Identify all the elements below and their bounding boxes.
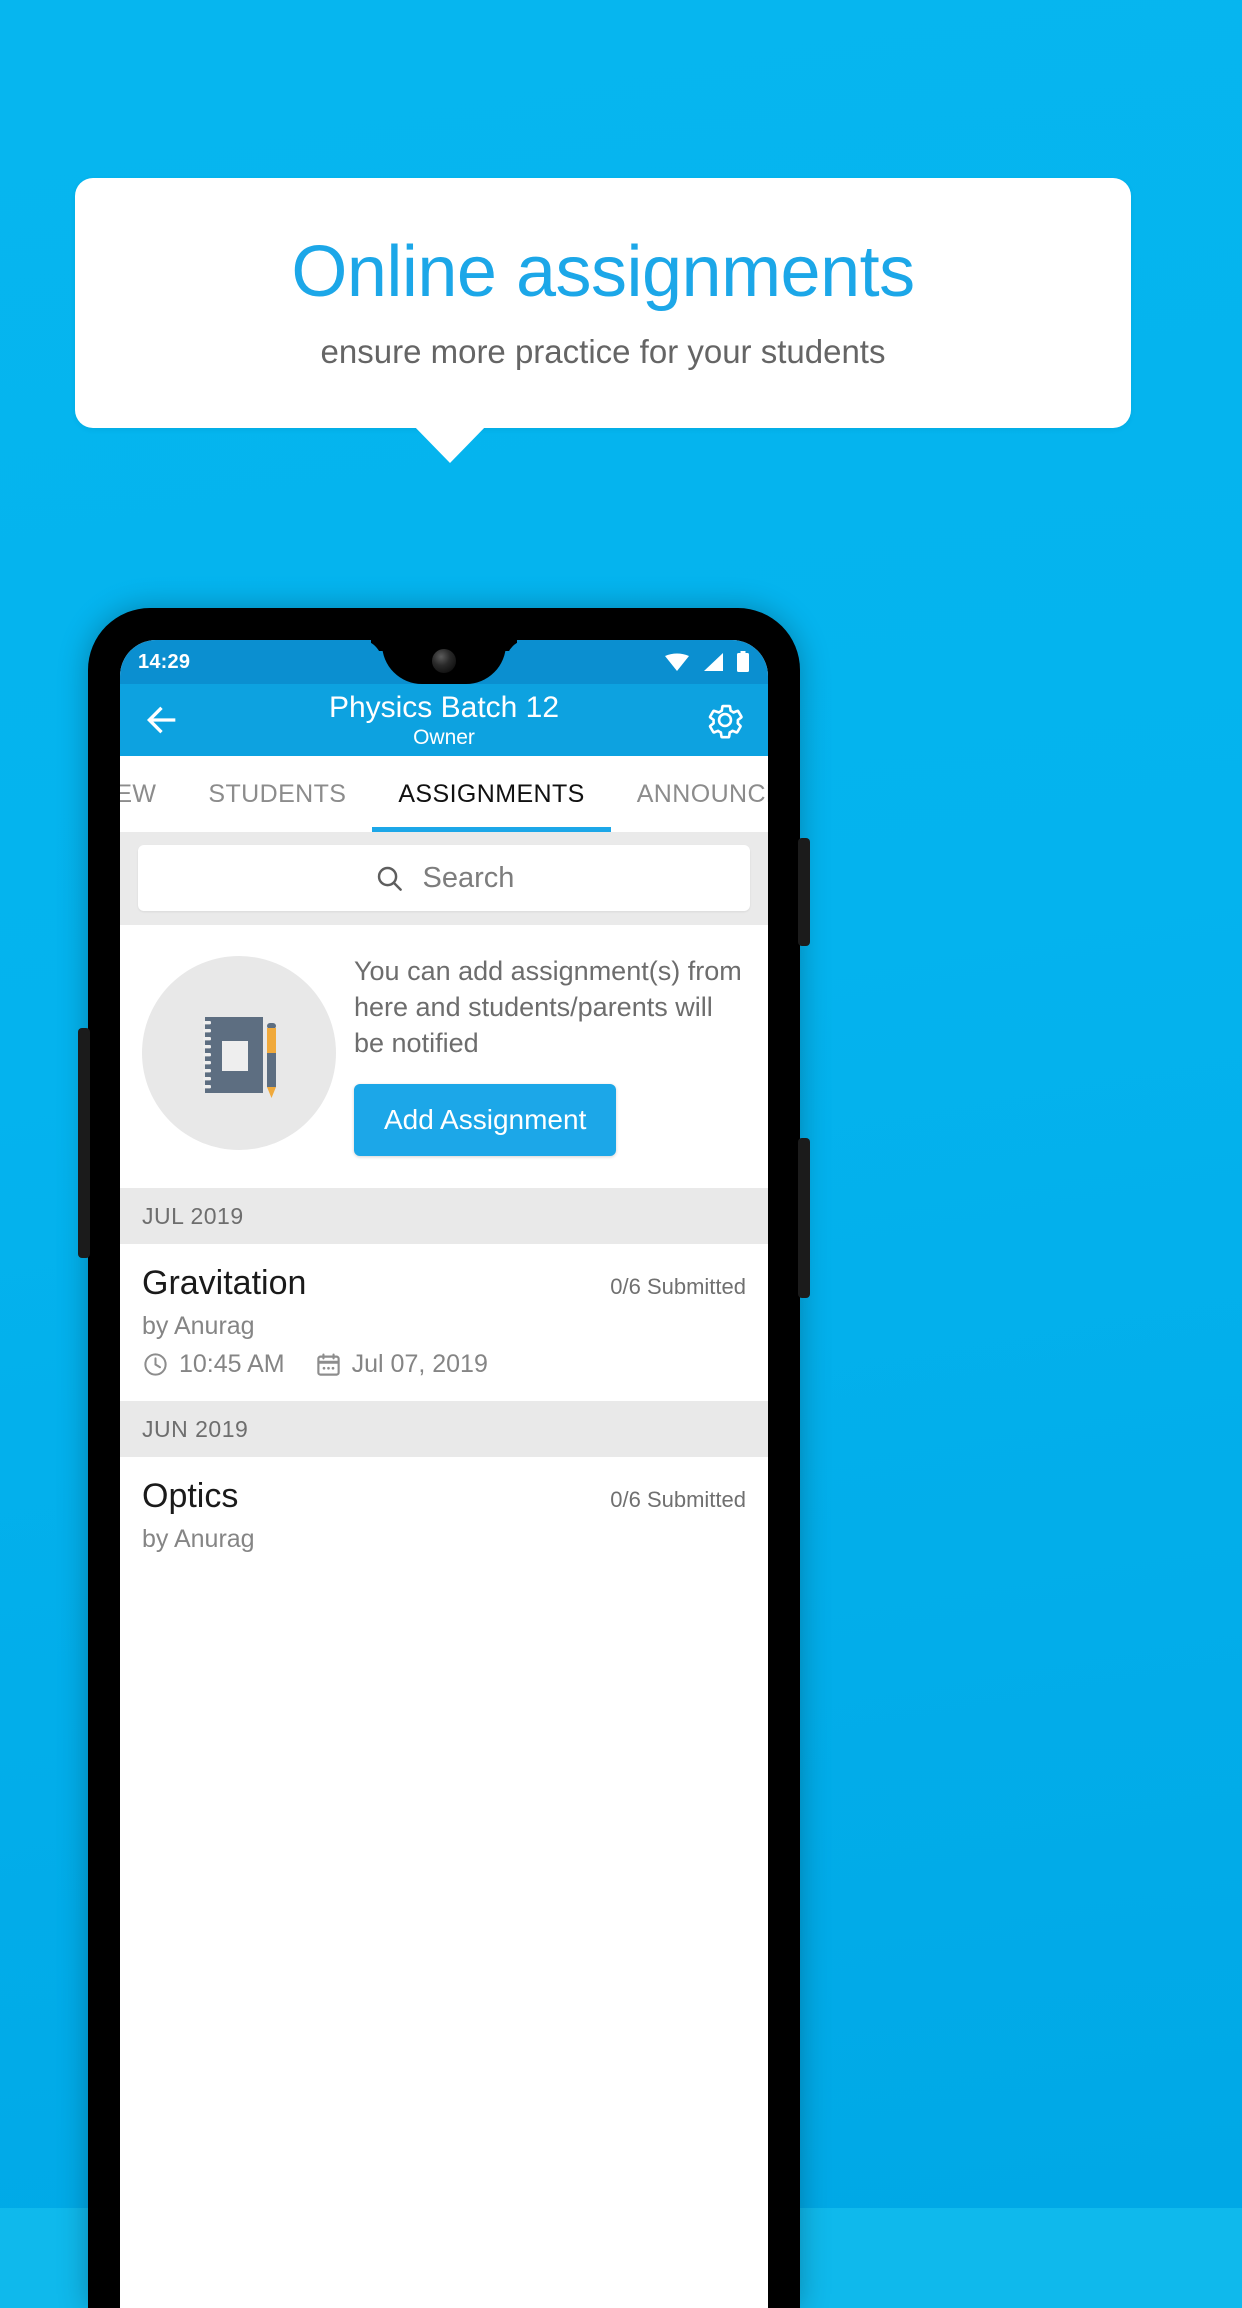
phone-screen: 14:29 Physics Batch 12 Owner EW STUDENTS… — [120, 640, 768, 2308]
app-bar-title-group: Physics Batch 12 Owner — [120, 684, 768, 756]
promo-callout-arrow — [412, 424, 488, 463]
tab-bar[interactable]: IEW STUDENTS ASSIGNMENTS ANNOUNCEMENTS — [120, 756, 768, 832]
promo-callout-card: Online assignments ensure more practice … — [75, 178, 1131, 428]
search-input[interactable]: Search — [138, 845, 750, 911]
tab-assignments[interactable]: ASSIGNMENTS — [372, 756, 612, 832]
empty-state-message: You can add assignment(s) from here and … — [354, 956, 742, 1059]
assignment-date: Jul 07, 2019 — [351, 1349, 488, 1378]
assignment-row[interactable]: Gravitation 0/6 Submitted by Anurag 10:4… — [120, 1243, 768, 1401]
page-title: Physics Batch 12 — [328, 690, 560, 724]
search-icon — [377, 866, 402, 891]
page-subtitle: Owner — [413, 725, 475, 749]
phone-power-button — [798, 1138, 810, 1298]
calendar-icon — [316, 1353, 340, 1376]
search-placeholder: Search — [422, 861, 515, 894]
tab-overview[interactable]: IEW — [120, 756, 182, 832]
phone-volume-button — [798, 838, 810, 946]
status-bar-clock: 14:29 — [138, 650, 191, 673]
assignment-row-top: Gravitation 0/6 Submitted — [142, 1264, 746, 1303]
gear-icon[interactable] — [704, 699, 746, 741]
app-bar: Physics Batch 12 Owner — [120, 684, 768, 756]
signal-icon — [704, 653, 723, 671]
assignment-author: by Anurag — [142, 1311, 255, 1340]
phone-side-button — [78, 1028, 90, 1258]
month-header-jun: JUN 2019 — [120, 1400, 768, 1457]
tab-label: ASSIGNMENTS — [398, 779, 585, 808]
promo-title: Online assignments — [291, 232, 915, 313]
assignment-time: 10:45 AM — [179, 1349, 285, 1378]
assignment-title: Gravitation — [142, 1263, 307, 1302]
search-bar-container: Search — [120, 832, 768, 925]
clock-icon — [144, 1352, 167, 1376]
assignment-submitted-count: 0/6 Submitted — [610, 1273, 746, 1299]
front-camera-icon — [432, 649, 456, 673]
empty-state-card: You can add assignment(s) from here and … — [120, 925, 768, 1188]
tab-label: ANNOUNCEMENTS — [636, 779, 768, 808]
promo-subtitle: ensure more practice for your students — [320, 332, 886, 370]
assignment-meta: 10:45 AM Jul 07, 2019 — [142, 1350, 746, 1379]
assignment-row[interactable]: Optics 0/6 Submitted by Anurag — [120, 1456, 768, 1576]
empty-state-body: You can add assignment(s) from here and … — [354, 951, 750, 1156]
wifi-icon — [665, 653, 689, 671]
battery-icon — [737, 651, 749, 672]
status-bar-icons — [664, 651, 750, 673]
assignment-author: by Anurag — [142, 1524, 255, 1553]
assignment-title: Optics — [142, 1476, 239, 1515]
tab-label: STUDENTS — [208, 779, 347, 808]
tab-students[interactable]: STUDENTS — [182, 756, 372, 832]
phone-device-frame: 14:29 Physics Batch 12 Owner EW STUDENTS… — [78, 608, 810, 2308]
assignment-row-top: Optics 0/6 Submitted — [142, 1477, 746, 1516]
notebook-pen-icon — [142, 956, 336, 1151]
back-arrow-icon[interactable] — [142, 700, 182, 740]
tab-announcements[interactable]: ANNOUNCEMENTS — [611, 756, 768, 832]
tab-label: IEW — [120, 779, 157, 808]
month-header-jul: JUL 2019 — [120, 1187, 768, 1244]
add-assignment-button[interactable]: Add Assignment — [354, 1083, 617, 1156]
assignment-submitted-count: 0/6 Submitted — [610, 1486, 746, 1512]
